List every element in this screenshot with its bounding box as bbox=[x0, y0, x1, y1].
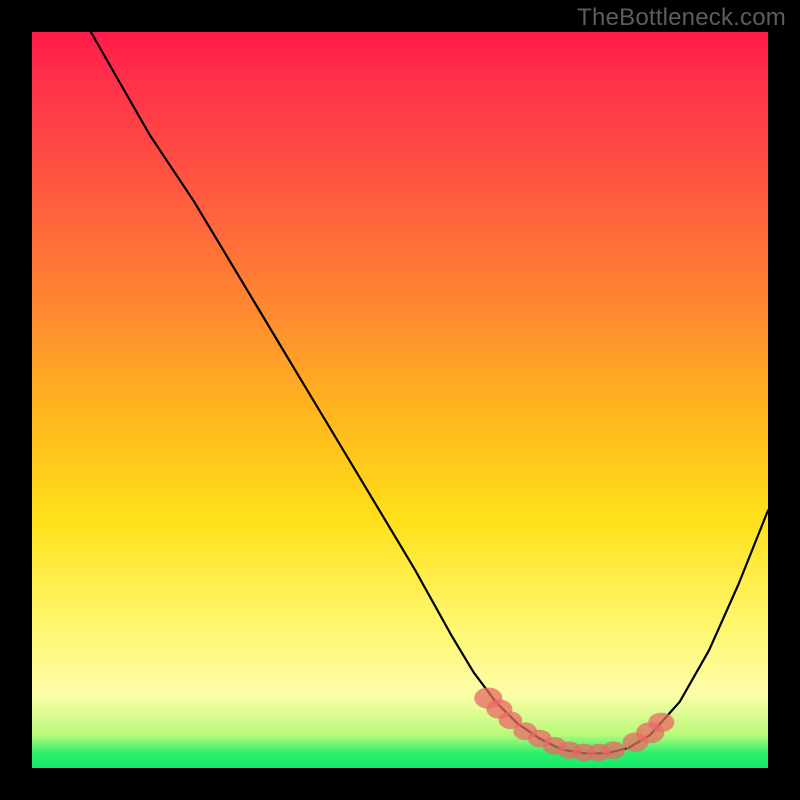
curve-layer bbox=[32, 32, 768, 768]
watermark-text: TheBottleneck.com bbox=[577, 4, 786, 32]
plot-area bbox=[32, 32, 768, 768]
highlight-marker bbox=[602, 742, 626, 760]
highlight-markers bbox=[474, 688, 674, 762]
chart-frame: TheBottleneck.com bbox=[0, 0, 800, 800]
highlight-marker bbox=[648, 713, 674, 732]
bottleneck-curve bbox=[91, 32, 768, 753]
